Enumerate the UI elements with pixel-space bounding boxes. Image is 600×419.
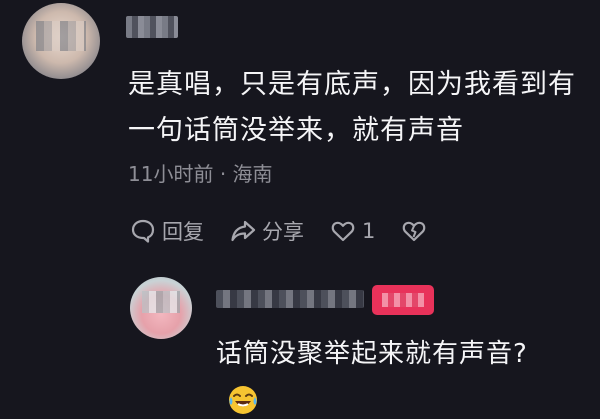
like-count: 1: [362, 219, 376, 243]
author-badge: [372, 285, 434, 315]
comment-time: 11小时前: [128, 162, 214, 186]
replier-username-blurred[interactable]: [216, 290, 364, 308]
share-button-label: 分享: [262, 220, 304, 244]
dislike-button[interactable]: [401, 218, 433, 244]
commenter-username-blurred[interactable]: [126, 16, 178, 38]
broken-heart-icon: [403, 221, 426, 242]
share-arrow-icon: [231, 220, 256, 242]
comment-text-line-2: 一句话筒没举来，就有声音: [128, 115, 464, 146]
laughing-crying-emoji-icon: [229, 386, 257, 414]
like-button[interactable]: 1: [330, 218, 375, 244]
replier-avatar[interactable]: [130, 277, 192, 339]
avatar-blur: [142, 291, 180, 313]
reply-text: 话筒没聚举起来就有声音?: [216, 339, 528, 369]
heart-icon: [331, 221, 355, 242]
meta-separator: ·: [219, 162, 227, 186]
commenter-avatar[interactable]: [22, 3, 100, 79]
speech-bubble-icon: [131, 219, 155, 243]
comment-meta: 11小时前 · 海南: [128, 158, 273, 187]
reply-button-label: 回复: [162, 220, 204, 244]
comment-text: 是真唱，只是有底声，因为我看到有 一句话筒没举来，就有声音: [128, 62, 588, 154]
comment-text-line-1: 是真唱，只是有底声，因为我看到有: [128, 69, 576, 100]
avatar-blur: [36, 21, 86, 51]
share-button[interactable]: 分享: [230, 216, 304, 246]
comment-location: 海南: [232, 162, 273, 186]
reply-button[interactable]: 回复: [130, 216, 204, 246]
comment-actions: 回复 分享 1: [130, 214, 459, 248]
badge-text-blurred: [382, 293, 424, 307]
